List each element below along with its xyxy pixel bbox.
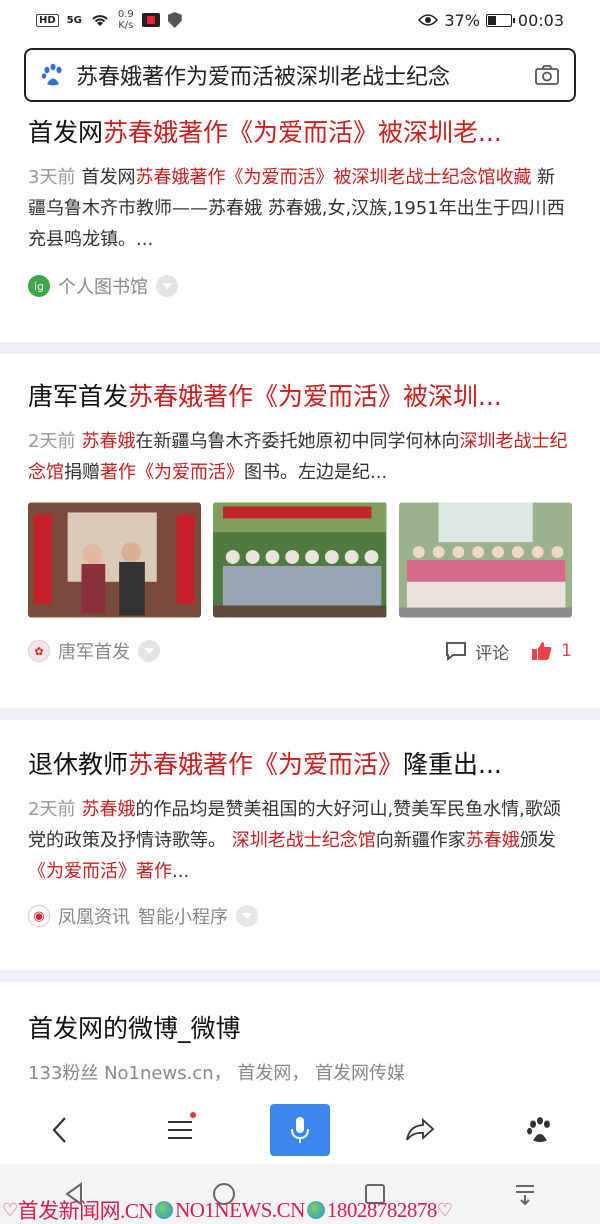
signal-icon: 5G xyxy=(66,14,82,26)
result-source[interactable]: ◉ 凤凰资讯 智能小程序 xyxy=(28,903,572,929)
source-logo-icon: ✿ xyxy=(28,640,50,662)
battery-percent: 37% xyxy=(444,10,480,30)
chevron-down-icon[interactable] xyxy=(236,905,258,927)
comment-button[interactable]: 评论 xyxy=(445,639,509,664)
shield-icon xyxy=(167,12,182,28)
photo-thumbnail[interactable] xyxy=(213,502,387,618)
result-card[interactable]: 首发网的微博_微博 133粉丝 No1news.cn， 首发网， 首发网传媒 xyxy=(0,982,600,1096)
status-bar: HD 5G 0.9 K/s 37% 00:03 xyxy=(0,0,600,40)
photo-thumbnail[interactable] xyxy=(28,502,202,618)
result-images[interactable] xyxy=(28,502,572,618)
result-title[interactable]: 首发网的微博_微博 xyxy=(28,1012,572,1046)
battery-icon xyxy=(485,13,515,27)
search-header: 苏春娥著作为爱而活被深圳老战士纪念 xyxy=(0,40,600,110)
result-snippet: 2天前 苏春娥的作品均是赞美祖国的大好河山,赞美军民鱼水情,歌颂党的政策及抒情诗歌… xyxy=(28,799,561,882)
result-title[interactable]: 唐军首发苏春娥著作《为爱而活》被深圳... xyxy=(28,380,572,414)
bottom-nav xyxy=(0,1096,600,1164)
watermark-text: ♡ 首发新闻网.CN NO1NEWS.CN 18028782878 ♡ xyxy=(2,1197,453,1224)
chevron-left-icon xyxy=(52,1117,66,1143)
result-meta: 133粉丝 No1news.cn， 首发网， 首发网传媒 xyxy=(28,1063,406,1084)
globe-icon xyxy=(155,1201,174,1219)
camera-icon[interactable] xyxy=(534,64,560,86)
comment-icon xyxy=(446,642,467,661)
back-button[interactable] xyxy=(30,1104,90,1156)
eye-icon xyxy=(418,14,439,26)
result-title[interactable]: 首发网苏春娥著作《为爱而活》被深圳老... xyxy=(28,116,572,150)
microphone-icon xyxy=(291,1117,309,1143)
search-box[interactable]: 苏春娥著作为爱而活被深圳老战士纪念 xyxy=(24,48,576,102)
clock: 00:03 xyxy=(517,10,564,30)
baidu-paw-icon xyxy=(527,1117,550,1143)
baidu-home-button[interactable] xyxy=(510,1104,570,1156)
baidu-paw-icon xyxy=(41,63,62,86)
globe-icon xyxy=(306,1201,325,1219)
share-button[interactable] xyxy=(390,1104,450,1156)
heart-icon: ♡ xyxy=(2,1199,18,1220)
heart-icon: ♡ xyxy=(436,1199,453,1220)
result-card[interactable]: 退休教师苏春娥著作《为爱而活》隆重出... 2天前 苏春娥的作品均是赞美祖国的大好… xyxy=(0,720,600,970)
result-snippet: 3天前 首发网苏春娥著作《为爱而活》被深圳老战士纪念馆收藏 新疆乌鲁木齐市教师——… xyxy=(28,167,565,250)
chevron-down-icon[interactable] xyxy=(138,640,160,662)
chevron-down-icon[interactable] xyxy=(156,275,178,297)
like-button[interactable]: 1 xyxy=(531,641,572,661)
search-query[interactable]: 苏春娥著作为爱而活被深圳老战士纪念 xyxy=(76,59,534,91)
hd-indicator: HD xyxy=(36,13,59,27)
menu-button[interactable] xyxy=(150,1104,210,1156)
source-logo-icon: ig xyxy=(28,275,50,297)
result-source[interactable]: ig 个人图书馆 xyxy=(28,273,572,299)
network-speed: 0.9 K/s xyxy=(117,9,134,31)
result-source[interactable]: ✿ 唐军首发 评论 1 xyxy=(28,638,572,664)
phoenix-logo-icon: ◉ xyxy=(28,905,50,927)
thumbs-up-icon xyxy=(532,642,552,660)
screen-record-icon xyxy=(141,13,160,27)
result-card[interactable]: 首发网苏春娥著作《为爱而活》被深圳老... 3天前 首发网苏春娥著作《为爱而活》被… xyxy=(0,110,600,342)
result-title[interactable]: 退休教师苏春娥著作《为爱而活》隆重出... xyxy=(28,748,572,782)
result-card[interactable]: 唐军首发苏春娥著作《为爱而活》被深圳... 2天前 苏春娥在新疆乌鲁木齐委托她原初… xyxy=(0,354,600,708)
share-icon xyxy=(406,1118,435,1141)
menu-icon xyxy=(168,1121,192,1139)
notification-dot xyxy=(190,1112,196,1118)
wifi-icon xyxy=(92,15,108,26)
result-snippet: 2天前 苏春娥在新疆乌鲁木齐委托她原初中同学何林向深圳老战士纪念馆捐赠著作《为爱而… xyxy=(28,431,568,483)
photo-thumbnail[interactable] xyxy=(398,502,572,618)
voice-search-button[interactable] xyxy=(270,1104,330,1156)
